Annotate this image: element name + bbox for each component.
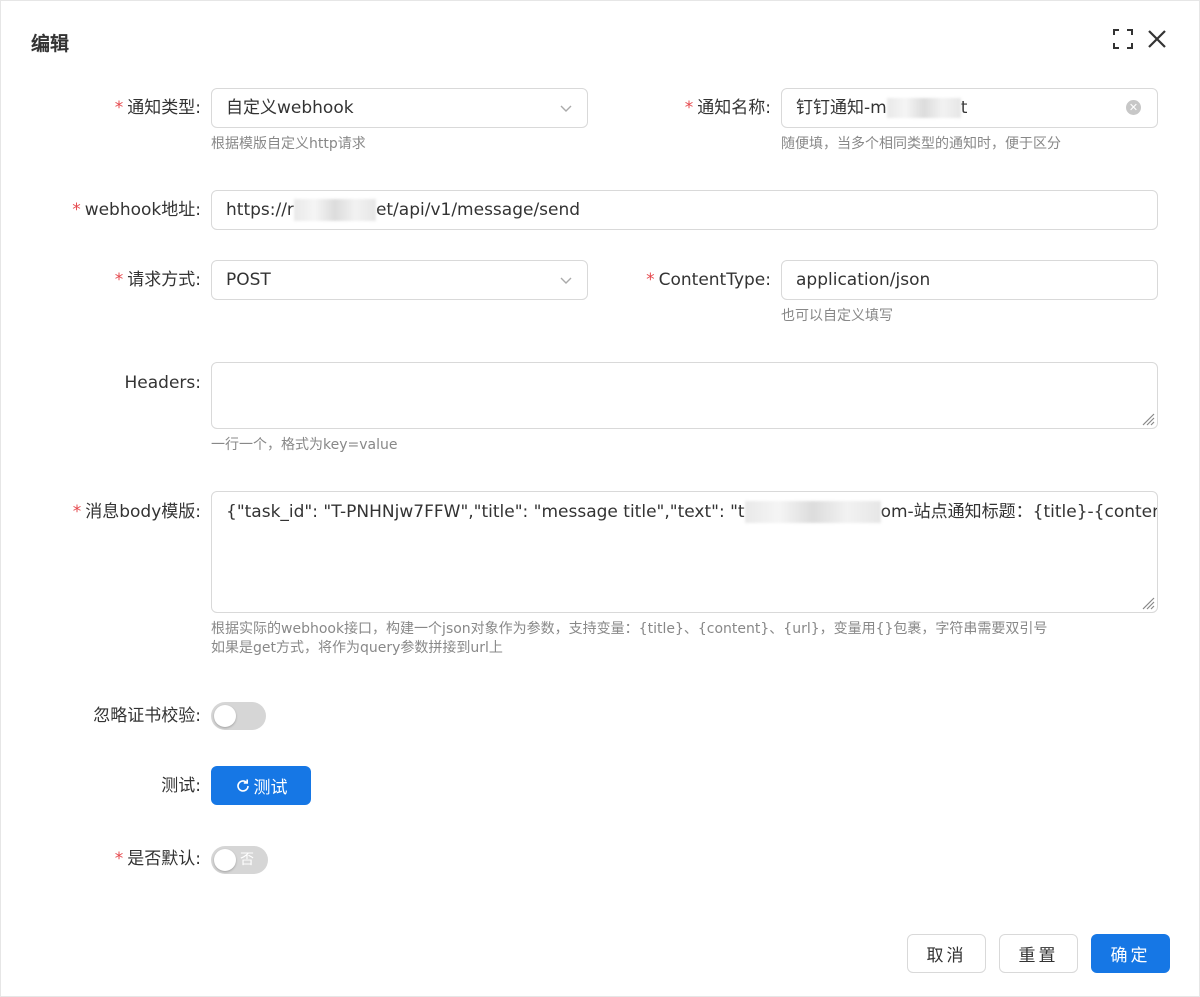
clear-icon[interactable]: ✕: [1126, 100, 1141, 115]
cancel-button[interactable]: 取消: [907, 934, 986, 973]
required-mark: *: [72, 200, 81, 220]
body-value-suffix: om-站点通知标题：{title}-{content}"}: [880, 502, 1157, 522]
test-label: 测试:: [161, 776, 201, 796]
body-value-prefix: {"task_id": "T-PNHNjw7FFW","title": "mes…: [226, 502, 745, 522]
notify-name-hint: 随便填，当多个相同类型的通知时，便于区分: [781, 136, 1061, 152]
webhook-value-prefix: https://r: [226, 200, 294, 220]
required-mark: *: [114, 98, 124, 118]
notify-type-value: 自定义webhook: [226, 98, 354, 118]
ignore-cert-label: 忽略证书校验:: [93, 706, 201, 726]
required-mark: *: [114, 849, 124, 869]
dialog-title: 编辑: [31, 33, 70, 55]
required-mark: *: [72, 502, 82, 522]
redacted-blur: [293, 199, 376, 221]
content-type-label: * ContentType:: [646, 270, 771, 290]
is-default-switch[interactable]: 否: [211, 846, 268, 874]
content-type-hint: 也可以自定义填写: [781, 308, 893, 324]
headers-hint: 一行一个，格式为key=value: [211, 437, 398, 453]
body-template-textarea[interactable]: {"task_id": "T-PNHNjw7FFW","title": "mes…: [211, 491, 1158, 613]
required-mark: *: [114, 270, 124, 290]
notify-name-value-prefix: 钉钉通知-m: [796, 98, 887, 118]
required-mark: *: [684, 98, 694, 118]
webhook-label: * webhook地址:: [72, 200, 201, 220]
reset-button[interactable]: 重置: [999, 934, 1078, 973]
close-icon[interactable]: [1145, 27, 1169, 51]
notify-type-select[interactable]: 自定义webhook: [211, 88, 588, 128]
chevron-down-icon: [560, 277, 572, 284]
fullscreen-icon[interactable]: [1111, 27, 1135, 51]
notify-type-label: * 通知类型:: [114, 98, 201, 118]
ignore-cert-switch[interactable]: [211, 702, 266, 730]
method-select[interactable]: POST: [211, 260, 588, 300]
switch-knob: [214, 705, 236, 727]
reset-button-label: 重置: [1018, 946, 1059, 966]
content-type-input[interactable]: application/json: [781, 260, 1158, 300]
confirm-button[interactable]: 确定: [1091, 934, 1170, 973]
resize-handle-icon[interactable]: [1139, 410, 1155, 426]
notify-name-value-suffix: t: [960, 98, 968, 118]
webhook-url-input[interactable]: https://r et/api/v1/message/send: [211, 190, 1158, 230]
body-template-label: * 消息body模版:: [72, 502, 201, 522]
required-mark: *: [646, 270, 655, 290]
headers-textarea[interactable]: [211, 362, 1158, 429]
chevron-down-icon: [560, 105, 572, 112]
body-hint-line1: 根据实际的webhook接口，构建一个json对象作为参数，支持变量：{titl…: [211, 621, 1048, 637]
confirm-button-label: 确定: [1110, 946, 1151, 966]
notify-type-hint: 根据模版自定义http请求: [211, 136, 366, 152]
is-default-label: * 是否默认:: [114, 849, 201, 869]
content-type-value: application/json: [796, 270, 931, 290]
notify-name-input[interactable]: 钉钉通知-m t ✕: [781, 88, 1158, 128]
switch-knob: [214, 849, 236, 871]
webhook-value-suffix: et/api/v1/message/send: [375, 200, 581, 220]
switch-text: 否: [240, 852, 254, 868]
resize-handle-icon[interactable]: [1139, 594, 1155, 610]
edit-dialog: 编辑 * 通知类型: 自定义webhook 根据模版自定义http请求 * 通知名称…: [0, 0, 1200, 997]
method-value: POST: [226, 270, 271, 290]
redacted-blur: [886, 98, 961, 118]
body-hint-line2: 如果是get方式，将作为query参数拼接到url上: [211, 640, 503, 656]
test-button[interactable]: 测试: [211, 766, 311, 805]
test-button-label: 测试: [253, 778, 288, 798]
refresh-icon: [236, 779, 249, 792]
headers-label: Headers:: [124, 373, 201, 393]
redacted-blur: [744, 501, 881, 523]
method-label: * 请求方式:: [114, 270, 201, 290]
cancel-button-label: 取消: [926, 946, 967, 966]
notify-name-label: * 通知名称:: [684, 98, 771, 118]
